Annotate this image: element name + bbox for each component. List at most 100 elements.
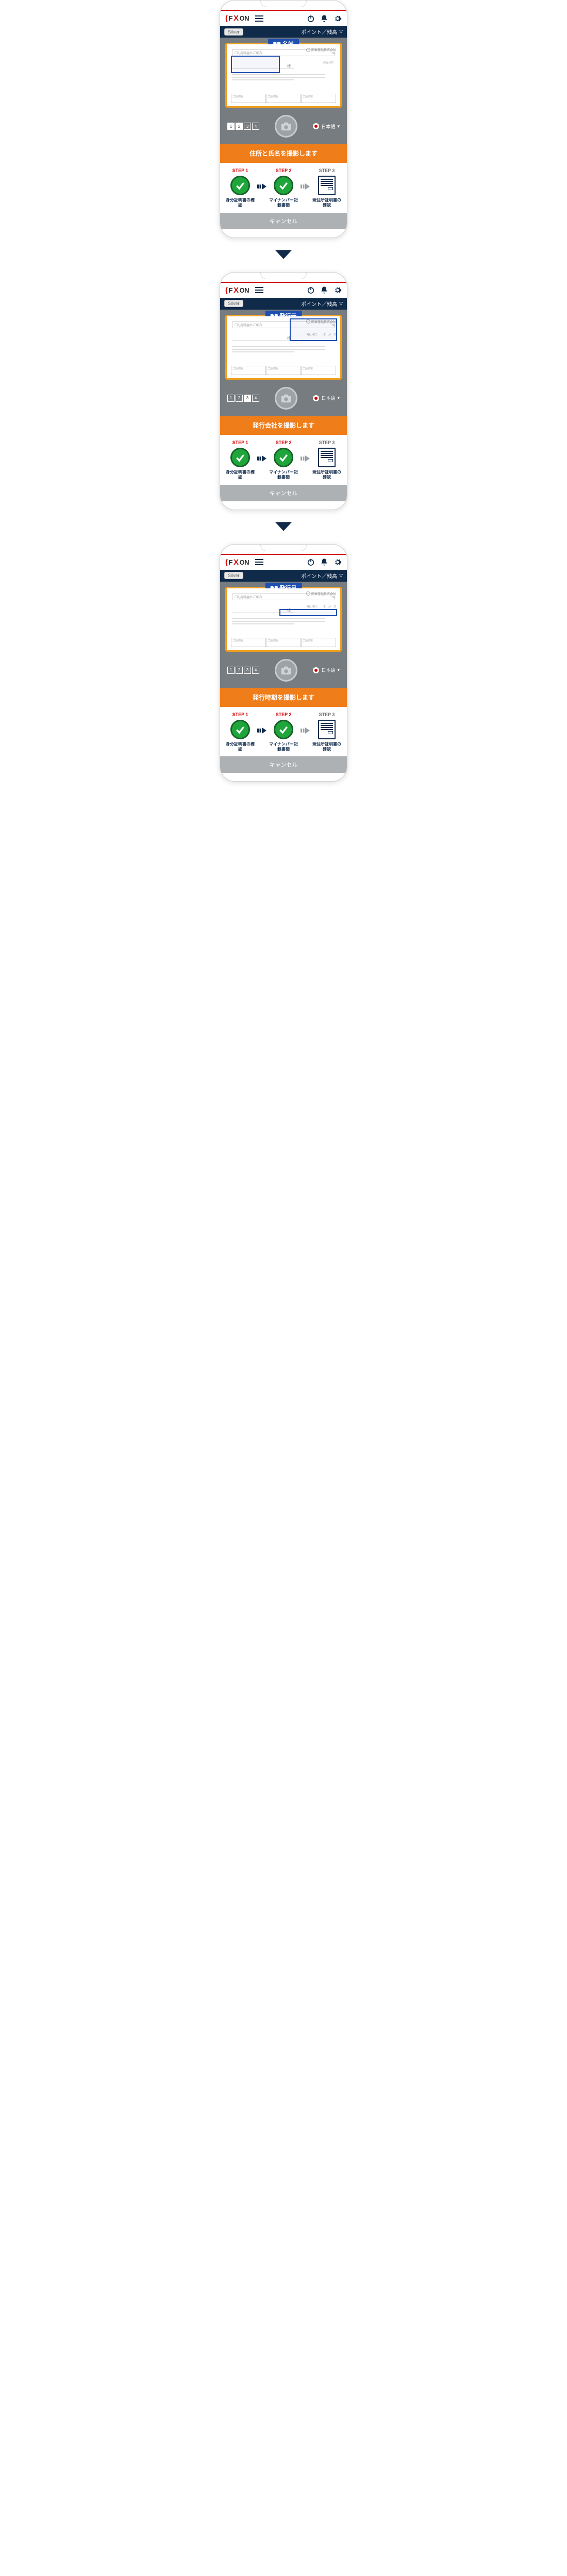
arrow-icon xyxy=(257,448,266,469)
cancel-button[interactable]: キャンセル xyxy=(220,756,347,773)
power-icon[interactable] xyxy=(307,558,315,566)
gear-icon[interactable] xyxy=(333,14,342,23)
pager-1[interactable]: 1 xyxy=(227,395,235,402)
notch xyxy=(220,1,347,10)
step-pager: 1234 xyxy=(227,123,259,130)
sample-document: ご利用料金のご案内 関東電話株式会社 TEL 様 発行月日： 年 月 日 ご請求… xyxy=(227,588,340,650)
menu-icon[interactable] xyxy=(255,287,263,293)
chevron-down-icon: ▾ xyxy=(337,124,340,129)
shutter-button[interactable] xyxy=(275,659,297,682)
doc-tel: TEL xyxy=(331,596,336,599)
check-icon xyxy=(274,448,293,467)
pager-2[interactable]: 2 xyxy=(236,123,243,130)
pager-2[interactable]: 2 xyxy=(236,667,243,674)
arrow-icon xyxy=(257,176,266,197)
menu-icon[interactable] xyxy=(255,15,263,22)
bell-icon[interactable] xyxy=(320,14,328,23)
step1-label: STEP 1 xyxy=(232,712,248,717)
pager-3[interactable]: 3 xyxy=(244,395,251,402)
document-frame: 3発行日 ご利用料金のご案内 関東電話株式会社 TEL 様 発行月日： 年 月 … xyxy=(225,587,342,652)
power-icon[interactable] xyxy=(307,14,315,23)
sub-header: Silver ポイント／残高▽ xyxy=(220,298,347,310)
bell-icon[interactable] xyxy=(320,286,328,294)
flow-arrow-down-icon xyxy=(273,520,294,534)
doc-body-lines xyxy=(232,618,335,624)
instruction-bar: 発行会社を撮影します xyxy=(220,416,347,435)
gear-icon[interactable] xyxy=(333,286,342,294)
document-frame: 1名前 ご利用料金のご案内 関東電話株式会社 TEL 様 発行月日： ご請求額ご… xyxy=(225,43,342,108)
bell-icon[interactable] xyxy=(320,558,328,566)
doc-table: ご請求額ご請求額ご請求書 xyxy=(231,638,336,647)
camera-viewport: 3発行日 ご利用料金のご案内 関東電話株式会社 TEL 様 発行月日： 年 月 … xyxy=(220,582,347,688)
shutter-button[interactable] xyxy=(275,387,297,410)
notch xyxy=(220,273,347,282)
verification-steps: STEP 1 身分証明書の確認 STEP 2 マイナンバー記載書類 STEP 3… xyxy=(220,707,347,757)
doc-issue-date: 発行月日： 年 月 日 xyxy=(306,605,336,608)
arrow-icon xyxy=(301,176,310,197)
flag-jp-icon xyxy=(313,395,319,401)
tier-badge: Silver xyxy=(224,300,243,307)
step-pager: 1234 xyxy=(227,395,259,402)
step2-caption: マイナンバー記載書類 xyxy=(268,198,299,209)
tier-badge: Silver xyxy=(224,28,243,36)
arrow-icon xyxy=(301,448,310,469)
camera-viewport: 2発行元 ご利用料金のご案内 関東電話株式会社 TEL 様 発行月日： 年 月 … xyxy=(220,310,347,416)
chevron-down-icon: ▾ xyxy=(337,395,340,401)
step3-caption: 現住所証明書の確認 xyxy=(311,198,343,209)
pager-4[interactable]: 4 xyxy=(252,395,259,402)
step2-label: STEP 2 xyxy=(276,168,292,173)
pager-1[interactable]: 1 xyxy=(227,667,235,674)
pager-3[interactable]: 3 xyxy=(244,667,251,674)
document-icon xyxy=(318,448,336,467)
sub-header: Silver ポイント／残高▽ xyxy=(220,26,347,38)
chevron-down-icon: ▽ xyxy=(339,573,343,579)
step2-label: STEP 2 xyxy=(276,712,292,717)
step3-caption: 現住所証明書の確認 xyxy=(311,742,343,753)
step3-label: STEP 3 xyxy=(319,168,335,173)
flow-arrow-down-icon xyxy=(273,248,294,262)
power-icon[interactable] xyxy=(307,286,315,294)
step1-caption: 身分証明書の確認 xyxy=(224,470,256,481)
check-icon xyxy=(274,720,293,739)
pager-4[interactable]: 4 xyxy=(252,667,259,674)
sample-document: ご利用料金のご案内 関東電話株式会社 TEL 様 発行月日： 年 月 日 ご請求… xyxy=(227,316,340,378)
instruction-bar: 住所と氏名を撮影します xyxy=(220,144,347,163)
verification-steps: STEP 1 身分証明書の確認 STEP 2 マイナンバー記載書類 STEP 3… xyxy=(220,163,347,213)
pager-1[interactable]: 1 xyxy=(227,123,235,130)
cancel-button[interactable]: キャンセル xyxy=(220,213,347,229)
pager-2[interactable]: 2 xyxy=(236,395,243,402)
sample-document: ご利用料金のご案内 関東電話株式会社 TEL 様 発行月日： ご請求額ご請求額ご… xyxy=(227,44,340,106)
pager-4[interactable]: 4 xyxy=(252,123,259,130)
step3-caption: 現住所証明書の確認 xyxy=(311,470,343,481)
highlight-name xyxy=(231,56,280,73)
doc-body-lines xyxy=(232,346,335,352)
points-balance[interactable]: ポイント／残高▽ xyxy=(301,28,343,36)
cancel-button[interactable]: キャンセル xyxy=(220,485,347,501)
step1-caption: 身分証明書の確認 xyxy=(224,198,256,209)
instruction-bar: 発行時期を撮影します xyxy=(220,688,347,707)
language-selector[interactable]: 日本語 ▾ xyxy=(313,667,340,673)
gear-icon[interactable] xyxy=(333,558,342,566)
menu-icon[interactable] xyxy=(255,559,263,565)
flag-jp-icon xyxy=(313,123,319,129)
sub-header: Silver ポイント／残高▽ xyxy=(220,570,347,582)
logo: (FXON xyxy=(225,558,249,567)
shutter-button[interactable] xyxy=(275,115,297,138)
document-frame: 2発行元 ご利用料金のご案内 関東電話株式会社 TEL 様 発行月日： 年 月 … xyxy=(225,315,342,380)
doc-issue-date: 発行月日： xyxy=(323,61,336,64)
document-icon xyxy=(318,720,336,739)
app-header: (FXON xyxy=(220,555,347,570)
check-icon xyxy=(230,448,250,467)
highlight-issuer xyxy=(290,318,337,341)
pager-3[interactable]: 3 xyxy=(244,123,251,130)
language-selector[interactable]: 日本語 ▾ xyxy=(313,123,340,130)
points-balance[interactable]: ポイント／残高▽ xyxy=(301,300,343,308)
step1-label: STEP 1 xyxy=(232,168,248,173)
language-selector[interactable]: 日本語 ▾ xyxy=(313,395,340,401)
tier-badge: Silver xyxy=(224,572,243,579)
doc-company: 関東電話株式会社 xyxy=(306,47,336,52)
points-balance[interactable]: ポイント／残高▽ xyxy=(301,572,343,580)
camera-viewport: 1名前 ご利用料金のご案内 関東電話株式会社 TEL 様 発行月日： ご請求額ご… xyxy=(220,38,347,144)
document-icon xyxy=(318,176,336,195)
app-header: (FXON xyxy=(220,283,347,298)
